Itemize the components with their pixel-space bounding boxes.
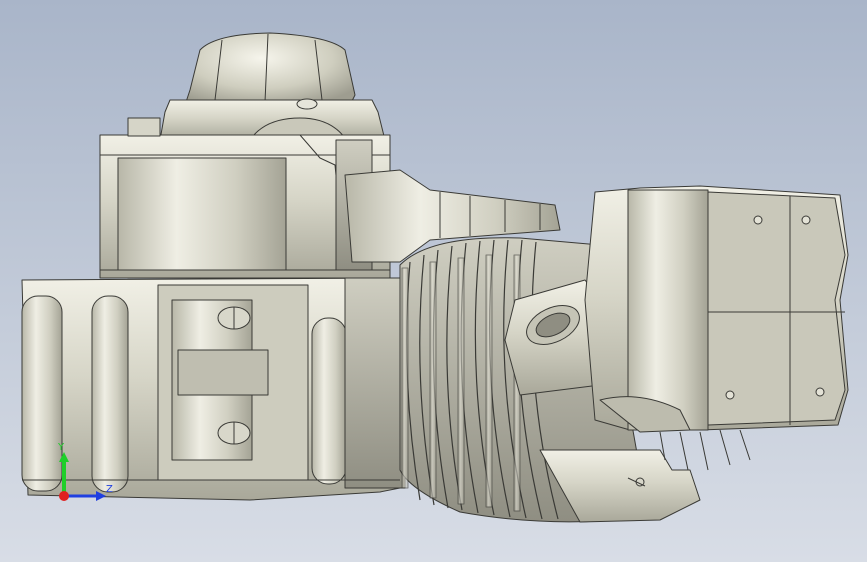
- z-axis-label: Z: [106, 484, 113, 495]
- y-axis-label: Y: [57, 442, 65, 453]
- 3d-graphics-viewport[interactable]: Y Z: [0, 0, 867, 562]
- orientation-triad: Y Z: [57, 442, 113, 501]
- engine-3d-model[interactable]: [0, 0, 867, 562]
- top-dome-cover: [184, 32, 356, 106]
- x-axis-origin: [59, 491, 69, 501]
- z-axis-arrow: [64, 491, 106, 501]
- y-axis-arrow: [59, 452, 69, 496]
